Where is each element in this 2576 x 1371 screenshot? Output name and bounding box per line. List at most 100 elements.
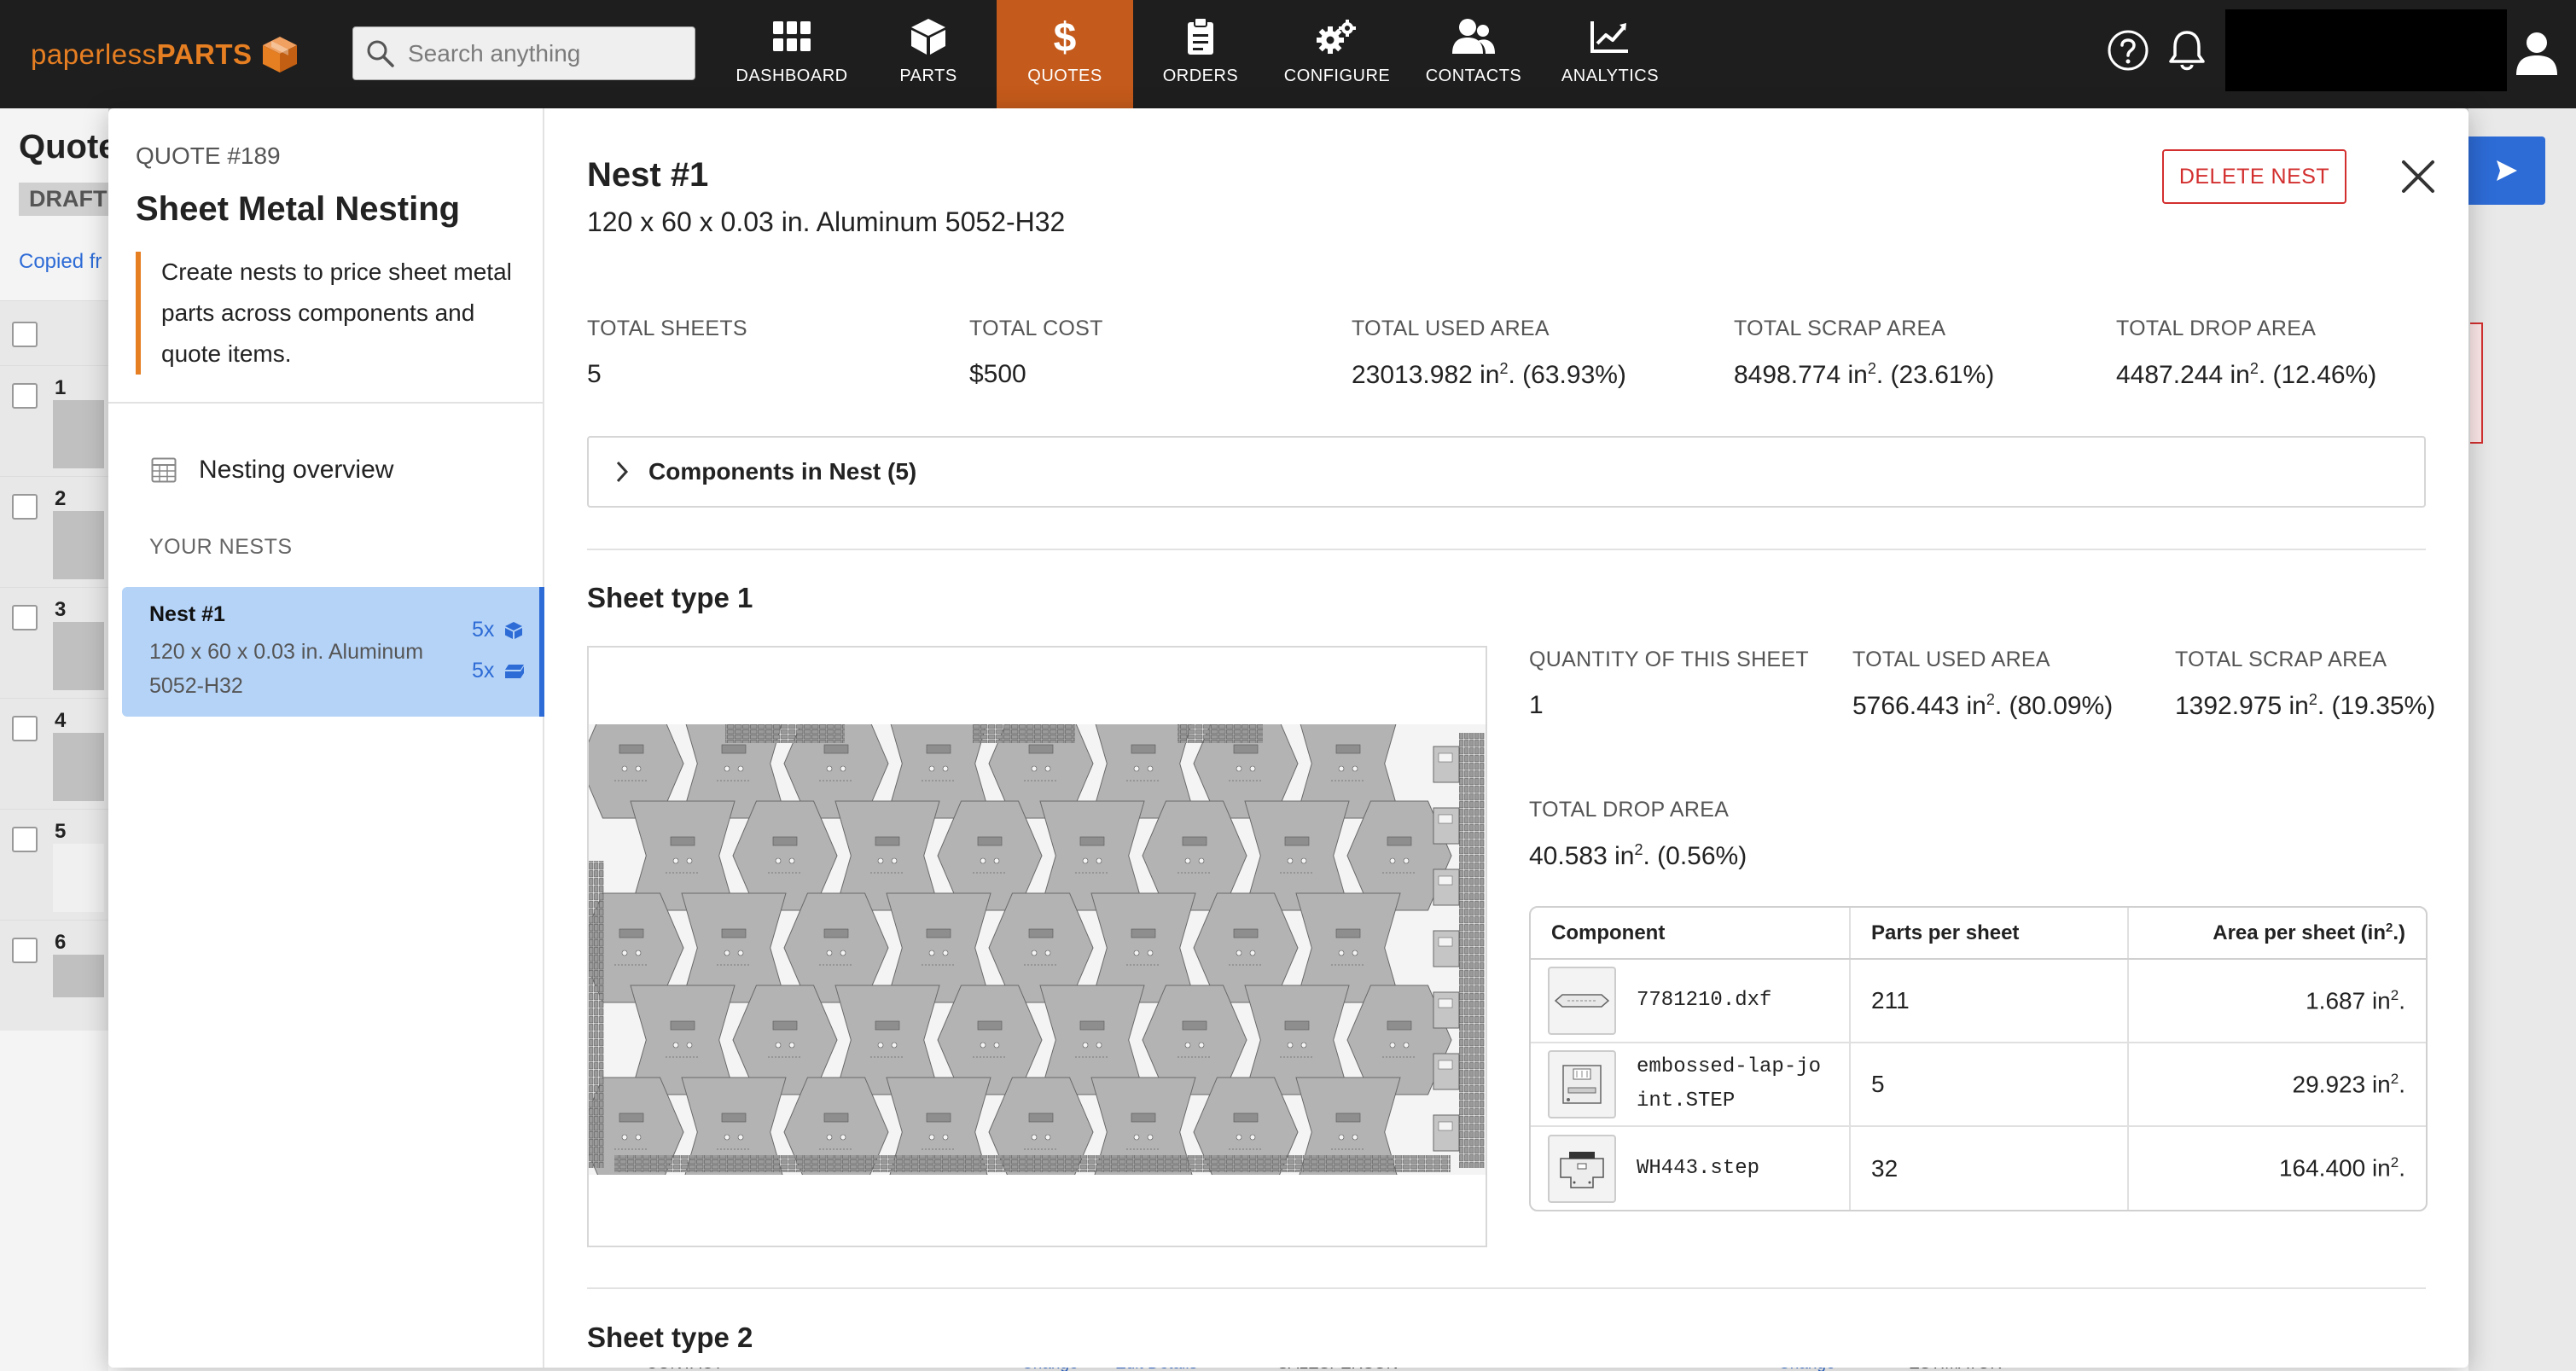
nested-part-hole [724,1134,730,1141]
nest-sheets-count: 5x [472,659,495,683]
nested-part [1433,868,1460,906]
close-icon [2402,160,2434,193]
dashboard-grid-icon [773,21,811,51]
background-table-row[interactable]: 1 [0,365,108,476]
column-header-parts-per-sheet[interactable]: Parts per sheet [1849,908,2128,960]
table-icon [151,457,177,483]
sheet-stack-icon [505,664,525,678]
column-header-area-per-sheet[interactable]: Area per sheet (in2.) [2127,908,2426,960]
background-table-row[interactable]: 3 [0,587,108,698]
nested-part-feature [823,744,849,754]
background-table-row[interactable]: 4 [0,698,108,809]
stat-value: 1 [1529,691,1544,719]
background-send-button[interactable] [2464,137,2545,205]
nested-part-hole [980,857,986,864]
table-row[interactable]: embossed-lap-joint.STEP 5 29.923 in2. [1531,1043,2426,1127]
row-checkbox[interactable] [12,605,38,630]
nav-contacts[interactable]: CONTACTS [1405,0,1542,108]
top-navigation-bar: paperlessPARTS DASHBOARD PARTS $ QUOTES … [0,0,2576,108]
row-checkbox[interactable] [12,494,38,520]
nested-part-hole [877,1042,884,1049]
component-cell: embossed-lap-joint.STEP [1531,1043,1850,1127]
background-copied-link[interactable]: Copied fr [19,250,102,274]
nested-part-hole [877,857,884,864]
nav-quotes[interactable]: $ QUOTES [997,0,1133,108]
nested-part-feature [1438,814,1453,824]
close-modal-button[interactable] [2394,153,2442,200]
help-button[interactable] [2107,29,2149,76]
nested-part-hole [942,765,949,772]
tiny-part-strip [973,724,1075,743]
nest-parts-count: 5x [472,618,495,642]
search-box[interactable] [352,26,695,80]
send-icon [2497,160,2517,181]
nav-orders[interactable]: ORDERS [1132,0,1269,108]
nested-part-hole [1249,950,1256,956]
nest-item-title: Nest #1 [149,602,225,626]
nested-part-hole [1338,765,1345,772]
row-checkbox[interactable] [12,938,38,963]
background-table-row[interactable]: 5 [0,809,108,920]
components-in-nest-accordion[interactable]: Components in Nest (5) [587,436,2426,508]
nav-configure-label: CONFIGURE [1283,67,1391,85]
stat-label: TOTAL USED AREA [1352,317,1550,340]
user-menu-button[interactable] [2515,31,2558,79]
nested-part [1433,746,1460,783]
nested-part-hole [1287,1042,1294,1049]
background-table-row[interactable]: 6 [0,920,108,1031]
nested-part-feature [1131,928,1156,938]
nested-part-feature [670,1020,695,1031]
nested-part-hole [672,1042,679,1049]
table-row[interactable]: WH443.step 32 164.400 in2. [1531,1126,2426,1210]
component-name: WH443.step [1637,1156,1760,1180]
paperless-parts-logo[interactable]: paperless PARTS [31,31,299,78]
tiny-part-column [589,861,604,1168]
nested-part [1433,991,1460,1029]
nested-part-hole [1249,765,1256,772]
background-select-all-checkbox[interactable] [12,322,38,347]
column-header-component[interactable]: Component [1531,908,1850,960]
nesting-description: Create nests to price sheet metal parts … [136,252,520,375]
nested-part-feature [1233,1112,1259,1123]
nesting-modal: QUOTE #189 Sheet Metal Nesting Create ne… [108,108,2468,1368]
nesting-overview-link[interactable]: Nesting overview [151,456,393,485]
row-checkbox[interactable] [12,827,38,852]
section-divider [587,549,2426,550]
nav-analytics[interactable]: ANALYTICS [1542,0,1678,108]
nav-analytics-label: ANALYTICS [1561,67,1660,85]
nav-configure[interactable]: CONFIGURE [1269,0,1405,108]
nested-part-hole [1236,950,1242,956]
background-quote-title: Quote [19,128,118,166]
row-checkbox[interactable] [12,716,38,741]
nested-part-hole [891,1042,898,1049]
nested-part-feature [1438,875,1453,886]
table-row[interactable]: 7781210.dxf 211 1.687 in2. [1531,959,2426,1043]
nested-part-hole [942,950,949,956]
delete-nest-button[interactable]: DELETE NEST [2162,149,2346,204]
row-checkbox[interactable] [12,383,38,409]
sheet-components-table: Component Parts per sheet Area per sheet… [1529,906,2428,1211]
row-number: 4 [55,709,67,732]
nesting-overview-label: Nesting overview [199,456,394,484]
nested-part-feature [772,1020,798,1031]
nest-list-item[interactable]: Nest #1 120 x 60 x 0.03 in. Aluminum 505… [122,587,544,717]
nav-contacts-label: CONTACTS [1425,67,1522,85]
nested-part-feature [926,744,951,754]
nested-part-hole [635,765,642,772]
component-thumbnail [1548,1134,1616,1203]
nested-part-hole [621,1134,628,1141]
nested-part-feature [1438,937,1453,947]
nav-dashboard[interactable]: DASHBOARD [724,0,860,108]
nested-part-feature [1028,1112,1054,1123]
stat-label: TOTAL COST [969,317,1103,340]
nested-part-hole [1147,950,1154,956]
nested-part-feature [1182,1020,1207,1031]
part-thumbnail [53,400,104,468]
notifications-button[interactable] [2167,29,2207,76]
search-input[interactable] [408,39,681,67]
nested-part-hole [1249,1134,1256,1141]
nav-parts[interactable]: PARTS [860,0,997,108]
nested-part-hole [1082,1042,1089,1049]
stat-value: 5 [587,360,602,388]
background-table-row[interactable]: 2 [0,476,108,587]
